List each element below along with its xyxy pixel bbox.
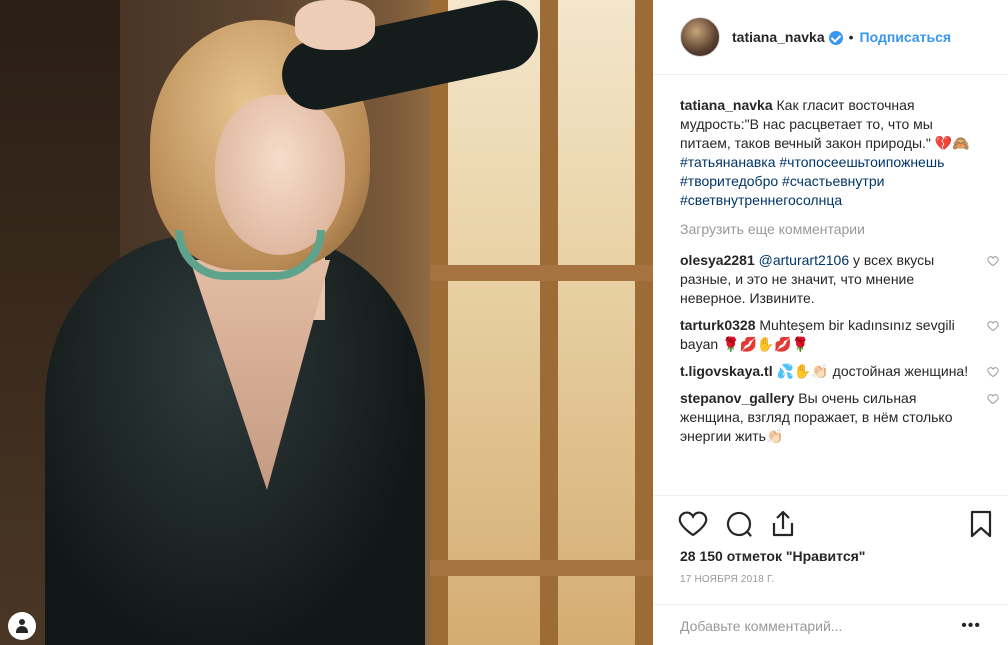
- window-frame: [430, 0, 448, 645]
- share-icon[interactable]: [767, 508, 799, 540]
- comment-like-heart-icon[interactable]: [987, 320, 999, 332]
- header-separator: •: [848, 29, 854, 45]
- window-frame: [430, 265, 653, 281]
- avatar[interactable]: [680, 17, 720, 57]
- comment-input[interactable]: [680, 617, 960, 634]
- comment-like-heart-icon[interactable]: [987, 255, 999, 267]
- comment-like-heart-icon[interactable]: [987, 393, 999, 405]
- post-actions: 28 150 отметок "Нравится" 17 НОЯБРЯ 2018…: [653, 495, 1008, 645]
- comment-composer: •••: [653, 604, 1008, 645]
- post-side-panel: tatiana_navka • Подписаться tatiana_navk…: [653, 0, 1008, 645]
- header-username[interactable]: tatiana_navka: [732, 29, 825, 45]
- bookmark-icon[interactable]: [965, 508, 997, 540]
- caption-hashtags[interactable]: #татьянанавка #чтопосеешьтоипожнешь #тво…: [680, 154, 944, 208]
- comment-username[interactable]: stepanov_gallery: [680, 390, 794, 406]
- caption: tatiana_navka Как гласит восточная мудро…: [680, 96, 995, 210]
- caption-username[interactable]: tatiana_navka: [680, 97, 773, 113]
- comment-text: 💦✋👏🏻 достойная женщина!: [776, 363, 969, 379]
- more-options-button[interactable]: •••: [961, 617, 981, 635]
- photo-hand: [295, 0, 375, 50]
- comments-list: tatiana_navka Как гласит восточная мудро…: [680, 96, 999, 454]
- load-more-comments-button[interactable]: Загрузить еще комментарии: [680, 220, 995, 239]
- action-icons-row: [677, 508, 997, 540]
- verified-badge-icon: [828, 31, 843, 45]
- window-frame: [635, 0, 653, 645]
- post-header: tatiana_navka • Подписаться: [653, 0, 1008, 75]
- list-item: t.ligovskaya.tl 💦✋👏🏻 достойная женщина!: [680, 362, 999, 381]
- list-item: olesya2281 @arturart2106 у всех вкусы ра…: [680, 251, 999, 308]
- comment-mention[interactable]: @arturart2106: [759, 252, 849, 268]
- likes-count[interactable]: 28 150 отметок "Нравится": [680, 548, 865, 564]
- comment-username[interactable]: tarturk0328: [680, 317, 756, 333]
- window-frame: [540, 0, 558, 645]
- user-icon: [16, 619, 28, 633]
- post-date[interactable]: 17 НОЯБРЯ 2018 Г.: [680, 574, 774, 585]
- tagged-users-button[interactable]: [8, 612, 36, 640]
- list-item: tarturk0328 Muhteşem bir kadınsınız sevg…: [680, 316, 999, 354]
- heart-icon[interactable]: [677, 508, 709, 540]
- comment-like-heart-icon[interactable]: [987, 366, 999, 378]
- post-photo[interactable]: [0, 0, 653, 645]
- window-frame: [430, 560, 653, 576]
- comment-username[interactable]: olesya2281: [680, 252, 755, 268]
- comment-icon[interactable]: [723, 508, 755, 540]
- follow-button[interactable]: Подписаться: [860, 29, 952, 45]
- comment-username[interactable]: t.ligovskaya.tl: [680, 363, 773, 379]
- list-item: stepanov_gallery Вы очень сильная женщин…: [680, 389, 999, 446]
